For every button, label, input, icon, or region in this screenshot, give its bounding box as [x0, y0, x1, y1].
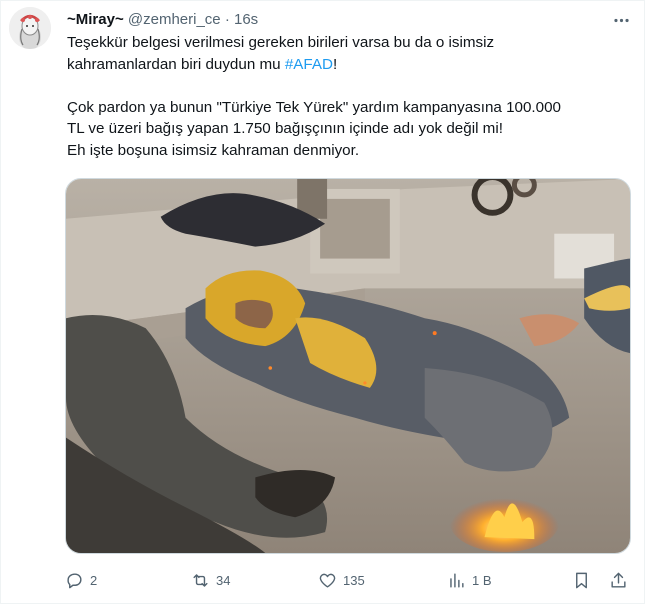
tweet-text-line: Eh işte boşuna isimsiz kahraman denmiyor… — [67, 141, 360, 159]
share-button[interactable] — [609, 568, 628, 592]
tweet-photo[interactable] — [65, 178, 631, 554]
tweet-text-line: TL ve üzeri bağış yapan 1.750 bağışçının… — [67, 120, 503, 137]
like-count: 135 — [343, 572, 365, 588]
reply-icon — [67, 572, 82, 588]
reply-button[interactable]: 2 — [65, 568, 97, 592]
share-icon — [611, 572, 626, 588]
tweet-text-segment: kahramanlardan biri duydun mu — [67, 55, 285, 73]
views-count: 1 B — [472, 572, 492, 588]
hashtag-link[interactable]: #AFAD — [285, 56, 333, 73]
tweet-header: ~Miray~ @zemheri_ce · 16s — [67, 10, 258, 30]
display-name[interactable]: ~Miray~ — [67, 11, 124, 28]
action-bar: 2 34 135 1 B — [65, 568, 635, 592]
retweet-button[interactable]: 34 — [191, 568, 230, 592]
reply-count: 2 — [90, 572, 98, 588]
tweet-text: Teşekkür belgesi verilmesi gereken biril… — [67, 32, 632, 161]
views-icon — [450, 572, 464, 588]
views-button[interactable]: 1 B — [447, 568, 492, 592]
bookmark-icon — [576, 572, 587, 588]
separator-dot: · — [224, 11, 230, 28]
like-button[interactable]: 135 — [318, 568, 365, 592]
tweet-text-line: Teşekkür belgesi verilmesi gereken biril… — [67, 34, 495, 51]
user-handle[interactable]: @zemheri_ce — [128, 11, 221, 28]
avatar[interactable] — [9, 7, 51, 49]
tweet-text-line: kahramanlardan biri duydun mu #AFAD! — [67, 54, 632, 76]
tweet-card[interactable]: ~Miray~ @zemheri_ce · 16s Teşekkür belge… — [0, 0, 645, 604]
like-icon — [319, 573, 336, 588]
retweet-count: 34 — [216, 572, 231, 588]
tweet-text-segment: ! — [332, 55, 338, 73]
bookmark-button[interactable] — [572, 568, 591, 592]
timestamp[interactable]: 16s — [234, 11, 258, 28]
retweet-icon — [193, 573, 208, 587]
more-icon[interactable] — [607, 9, 635, 31]
tweet-text-line: Çok pardon ya bunun "Türkiye Tek Yürek" … — [67, 98, 561, 116]
